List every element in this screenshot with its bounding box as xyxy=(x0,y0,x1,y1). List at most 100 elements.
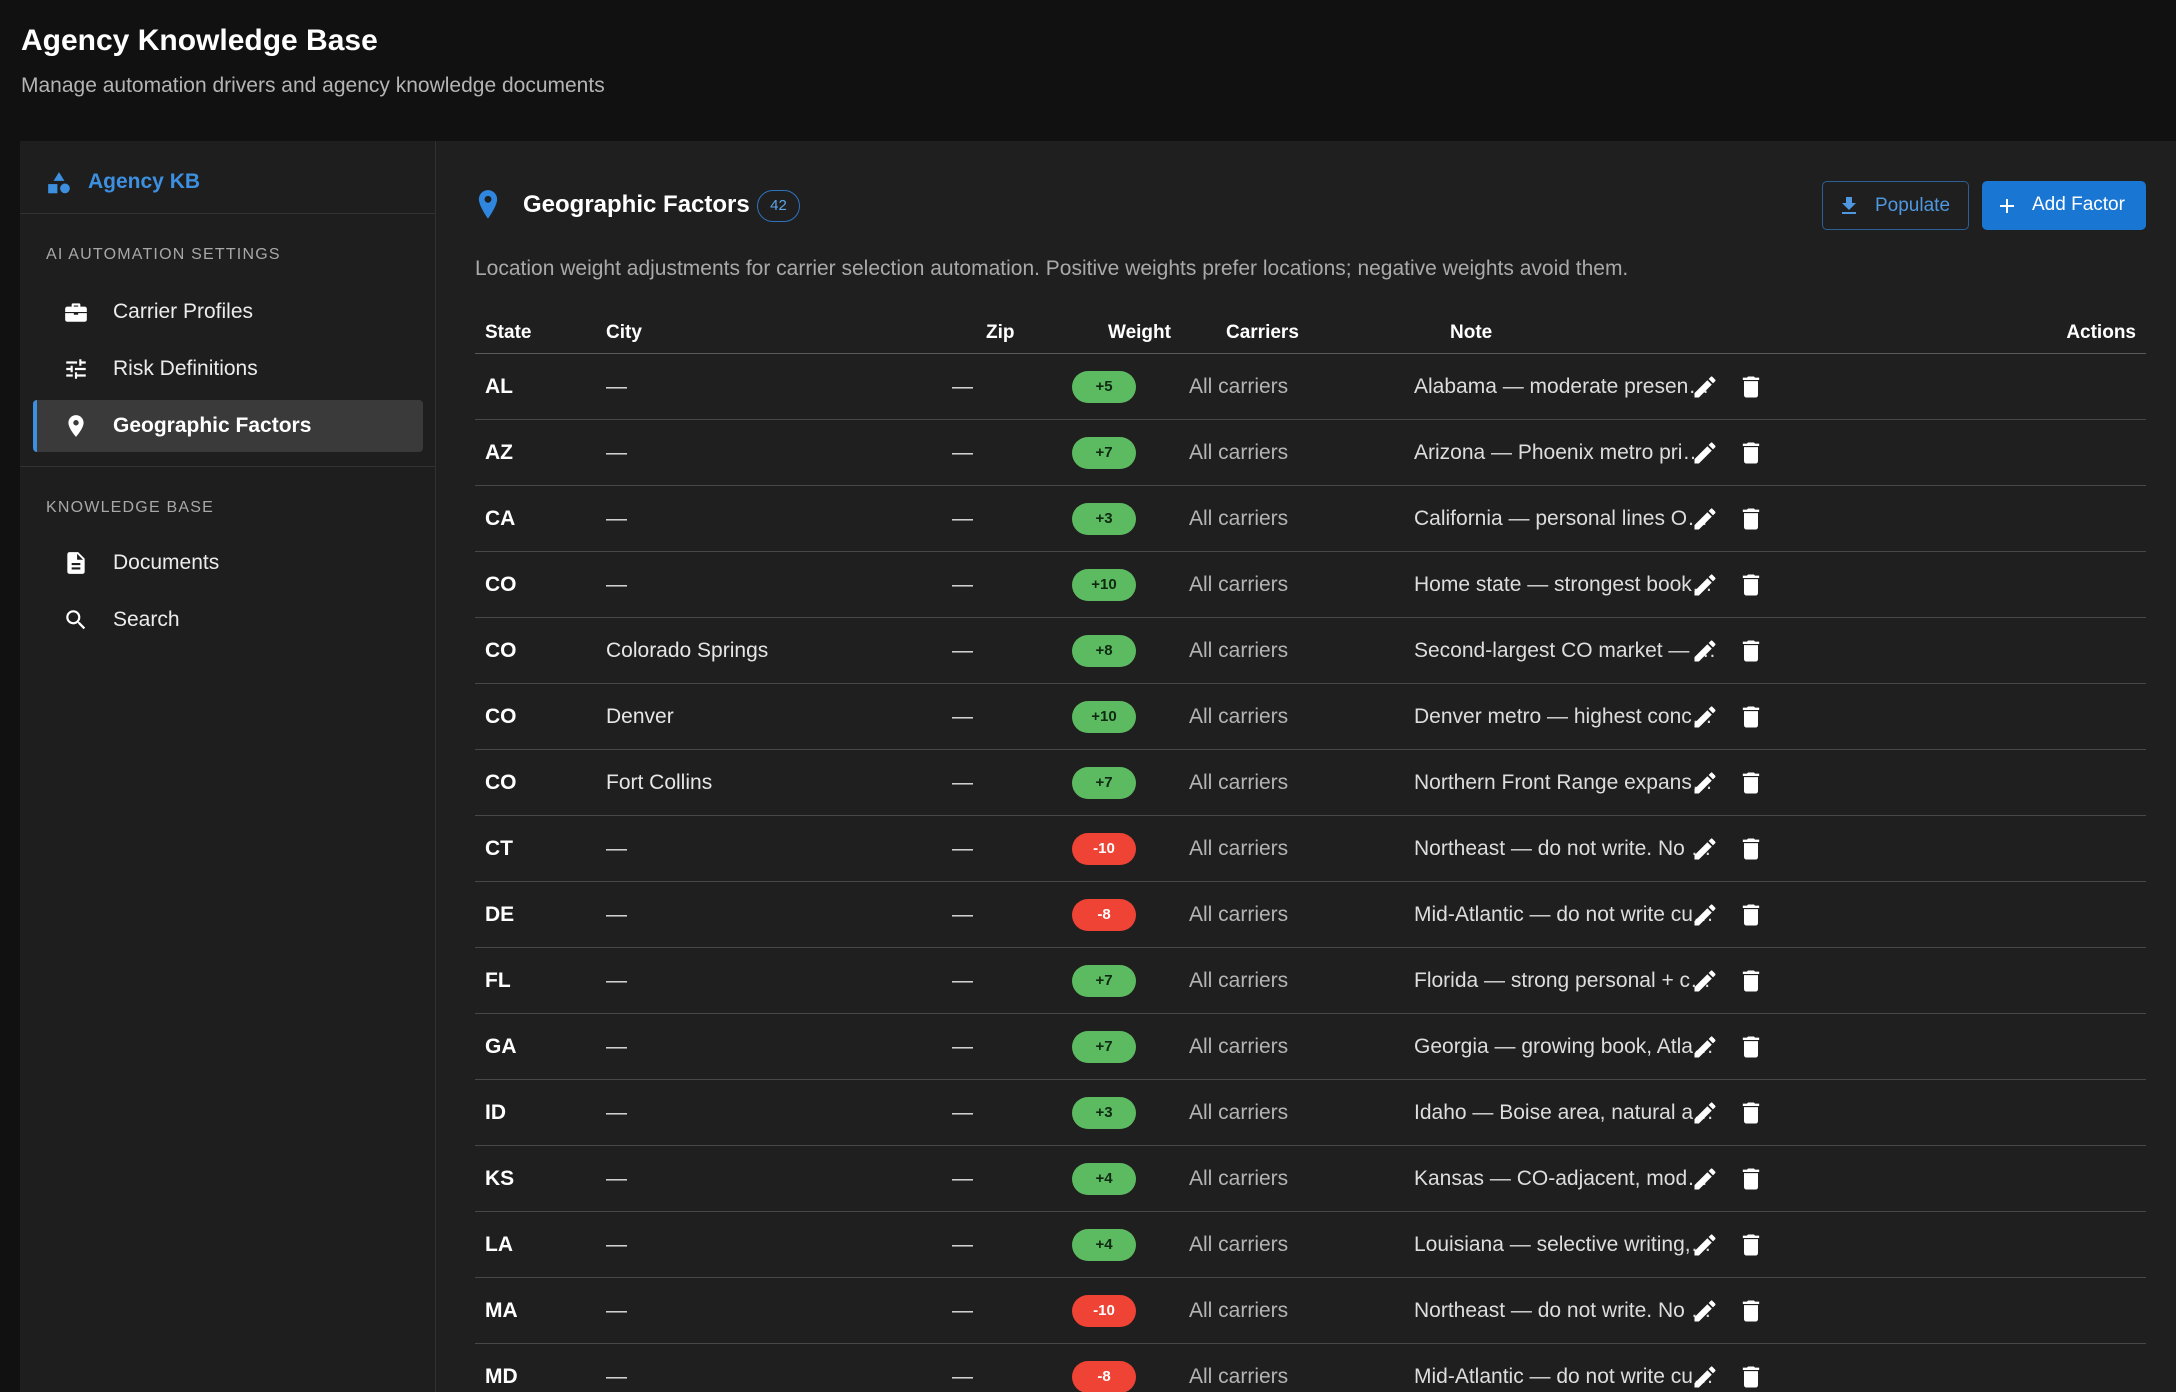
column-header-zip[interactable]: Zip xyxy=(986,322,1015,344)
edit-icon[interactable] xyxy=(1691,1099,1719,1127)
geographic-factors-table: State City Zip Weight Carriers Note Acti… xyxy=(475,311,2146,1392)
edit-icon[interactable] xyxy=(1691,901,1719,929)
edit-icon[interactable] xyxy=(1691,1363,1719,1391)
table-row[interactable]: KS — — +4 All carriers Kansas — CO-adjacent, … xyxy=(475,1146,2146,1212)
cell-state: AZ xyxy=(485,441,513,464)
table-row[interactable]: AZ — — +7 All carriers Arizona — Phoenix metr… xyxy=(475,420,2146,486)
edit-icon[interactable] xyxy=(1691,571,1719,599)
cell-zip: — xyxy=(952,1035,973,1058)
sidebar-item-search[interactable]: Search xyxy=(33,594,423,646)
table-row[interactable]: CT — — -10 All carriers Northeast — do not wr… xyxy=(475,816,2146,882)
delete-icon[interactable] xyxy=(1737,439,1765,467)
cell-city: — xyxy=(606,507,627,530)
section-label-knowledge-base: KNOWLEDGE BASE xyxy=(46,499,214,516)
delete-icon[interactable] xyxy=(1737,571,1765,599)
sidebar-item-label: Search xyxy=(113,608,180,631)
cell-note: Northern Front Range expans… xyxy=(1414,771,1713,794)
table-row[interactable]: CA — — +3 All carriers California — personal … xyxy=(475,486,2146,552)
cell-city: — xyxy=(606,1101,627,1124)
weight-badge: -8 xyxy=(1072,899,1136,931)
sidebar-item-carrier-profiles[interactable]: Carrier Profiles xyxy=(33,286,423,338)
delete-icon[interactable] xyxy=(1737,505,1765,533)
cell-zip: — xyxy=(952,441,973,464)
table-row[interactable]: AL — — +5 All carriers Alabama — moderate pre… xyxy=(475,354,2146,420)
edit-icon[interactable] xyxy=(1691,1165,1719,1193)
table-row[interactable]: CO Fort Collins — +7 All carriers Northern Fr… xyxy=(475,750,2146,816)
table-row[interactable]: CO — — +10 All carriers Home state — stronges… xyxy=(475,552,2146,618)
table-row[interactable]: LA — — +4 All carriers Louisiana — selective … xyxy=(475,1212,2146,1278)
delete-icon[interactable] xyxy=(1737,1231,1765,1259)
delete-icon[interactable] xyxy=(1737,835,1765,863)
cell-city: — xyxy=(606,903,627,926)
edit-icon[interactable] xyxy=(1691,439,1719,467)
column-header-city[interactable]: City xyxy=(606,322,642,344)
main-panel: Geographic Factors 42 Populate Add Facto… xyxy=(436,141,2176,1392)
table-row[interactable]: MA — — -10 All carriers Northeast — do not wr… xyxy=(475,1278,2146,1344)
cell-city: — xyxy=(606,1365,627,1388)
delete-icon[interactable] xyxy=(1737,1165,1765,1193)
edit-icon[interactable] xyxy=(1691,505,1719,533)
delete-icon[interactable] xyxy=(1737,637,1765,665)
cell-zip: — xyxy=(952,1101,973,1124)
add-factor-button[interactable]: Add Factor xyxy=(1982,181,2146,230)
edit-icon[interactable] xyxy=(1691,1297,1719,1325)
cell-city: Denver xyxy=(606,705,674,728)
delete-icon[interactable] xyxy=(1737,703,1765,731)
table-row[interactable]: GA — — +7 All carriers Georgia — growing book… xyxy=(475,1014,2146,1080)
edit-icon[interactable] xyxy=(1691,637,1719,665)
edit-icon[interactable] xyxy=(1691,373,1719,401)
cell-carriers: All carriers xyxy=(1189,1299,1289,1322)
delete-icon[interactable] xyxy=(1737,1363,1765,1391)
edit-icon[interactable] xyxy=(1691,769,1719,797)
cell-note: Georgia — growing book, Atla… xyxy=(1414,1035,1714,1058)
cell-zip: — xyxy=(952,903,973,926)
cell-city: — xyxy=(606,1167,627,1190)
table-row[interactable]: CO Colorado Springs — +8 All carriers Second-… xyxy=(475,618,2146,684)
edit-icon[interactable] xyxy=(1691,835,1719,863)
sidebar-item-label: Carrier Profiles xyxy=(113,300,254,323)
cell-note: Kansas — CO-adjacent, mod… xyxy=(1414,1167,1709,1190)
column-header-state[interactable]: State xyxy=(485,322,531,344)
delete-icon[interactable] xyxy=(1737,1297,1765,1325)
cell-carriers: All carriers xyxy=(1189,375,1289,398)
cell-zip: — xyxy=(952,1365,973,1388)
delete-icon[interactable] xyxy=(1737,967,1765,995)
cell-city: — xyxy=(606,1299,627,1322)
delete-icon[interactable] xyxy=(1737,769,1765,797)
cell-note: Home state — strongest book… xyxy=(1414,573,1713,596)
populate-button[interactable]: Populate xyxy=(1822,181,1969,230)
weight-badge: +7 xyxy=(1072,767,1136,799)
cell-city: — xyxy=(606,441,627,464)
edit-icon[interactable] xyxy=(1691,1033,1719,1061)
sidebar-item-documents[interactable]: Documents xyxy=(33,537,423,589)
cell-zip: — xyxy=(952,573,973,596)
table-row[interactable]: CO Denver — +10 All carriers Denver metro — h… xyxy=(475,684,2146,750)
sidebar-item-risk-definitions[interactable]: Risk Definitions xyxy=(33,343,423,395)
weight-badge: +5 xyxy=(1072,371,1136,403)
column-header-weight[interactable]: Weight xyxy=(1108,322,1171,344)
cell-state: AL xyxy=(485,375,513,398)
edit-icon[interactable] xyxy=(1691,1231,1719,1259)
edit-icon[interactable] xyxy=(1691,703,1719,731)
cell-state: CO xyxy=(485,573,517,596)
delete-icon[interactable] xyxy=(1737,1099,1765,1127)
edit-icon[interactable] xyxy=(1691,967,1719,995)
weight-badge: +4 xyxy=(1072,1229,1136,1261)
delete-icon[interactable] xyxy=(1737,1033,1765,1061)
column-header-carriers[interactable]: Carriers xyxy=(1226,322,1299,344)
cell-carriers: All carriers xyxy=(1189,1101,1289,1124)
weight-badge: +3 xyxy=(1072,1097,1136,1129)
cell-note: Alabama — moderate presen… xyxy=(1414,375,1710,398)
table-row[interactable]: FL — — +7 All carriers Florida — strong perso… xyxy=(475,948,2146,1014)
column-header-note[interactable]: Note xyxy=(1450,322,1492,344)
delete-icon[interactable] xyxy=(1737,901,1765,929)
location-pin-icon xyxy=(63,413,89,439)
sidebar-brand[interactable]: Agency KB xyxy=(20,141,435,214)
cell-city: — xyxy=(606,375,627,398)
table-row[interactable]: DE — — -8 All carriers Mid-Atlantic — do not … xyxy=(475,882,2146,948)
table-row[interactable]: ID — — +3 All carriers Idaho — Boise area, na… xyxy=(475,1080,2146,1146)
cell-carriers: All carriers xyxy=(1189,837,1289,860)
delete-icon[interactable] xyxy=(1737,373,1765,401)
sidebar-item-geographic-factors[interactable]: Geographic Factors xyxy=(33,400,423,452)
table-row[interactable]: MD — — -8 All carriers Mid-Atlantic — do not … xyxy=(475,1344,2146,1392)
